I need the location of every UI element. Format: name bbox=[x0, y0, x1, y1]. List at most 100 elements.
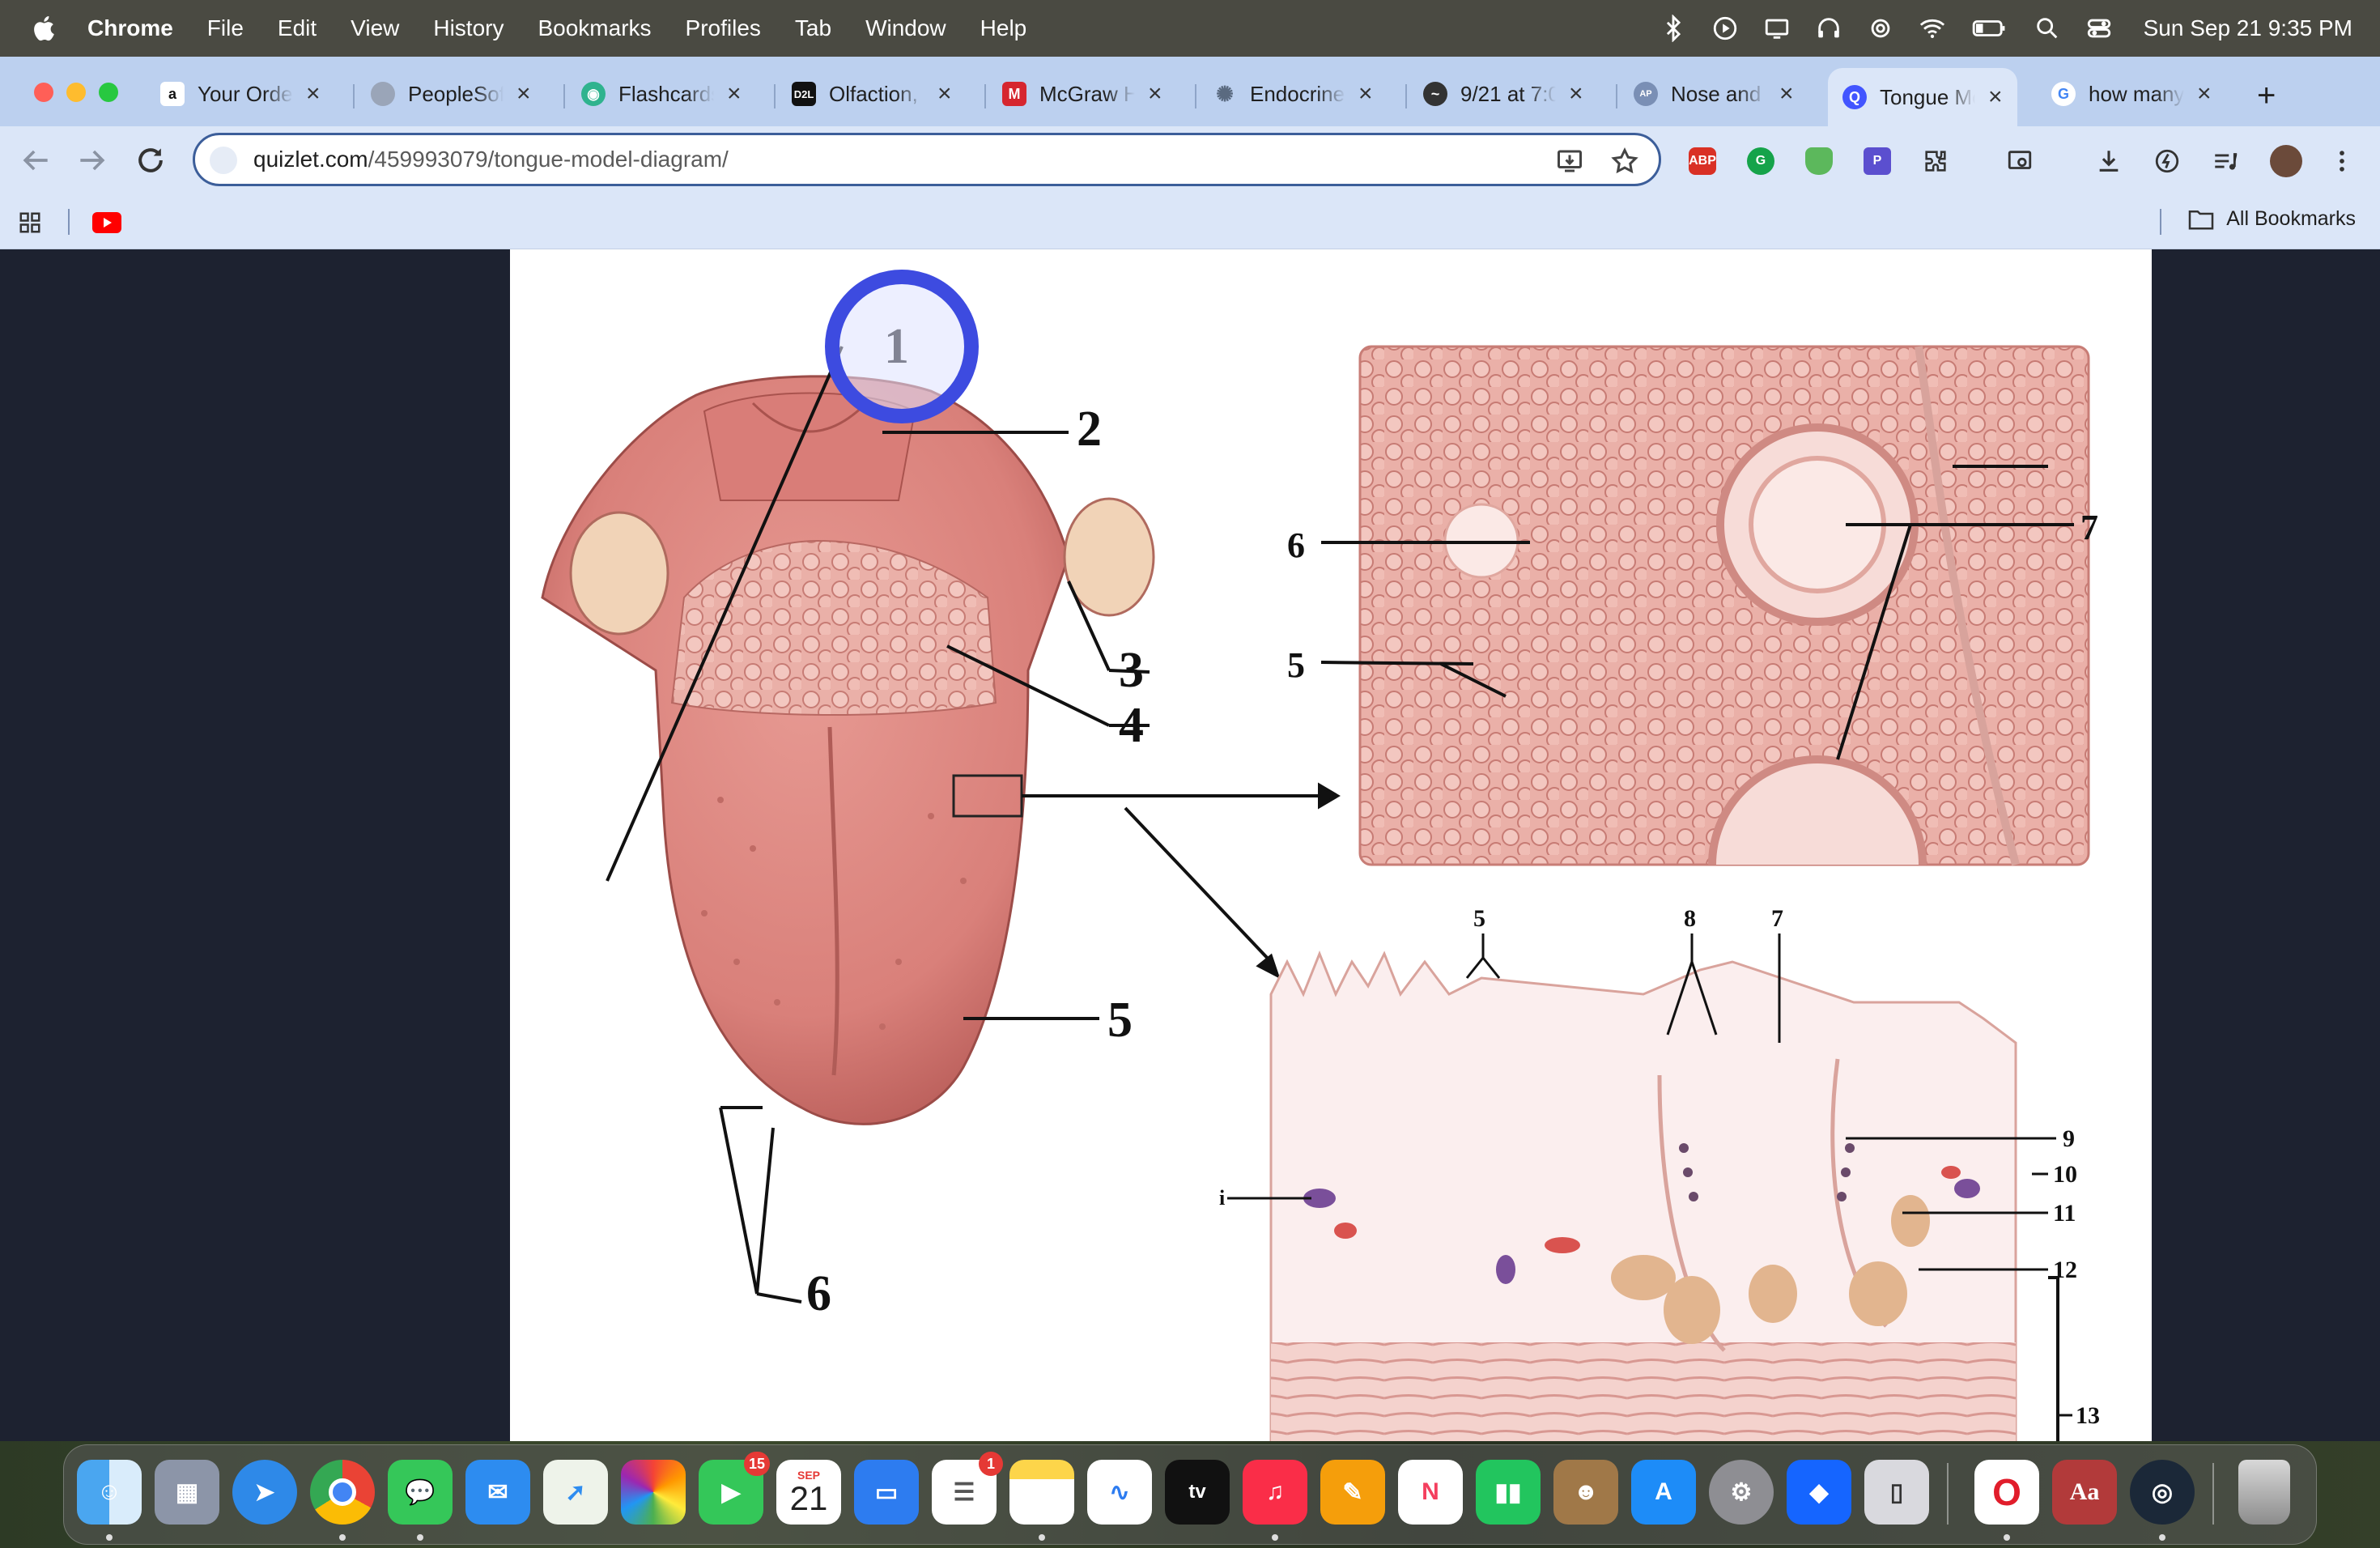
profile-avatar[interactable] bbox=[2270, 145, 2302, 177]
apps-grid-icon[interactable] bbox=[18, 211, 42, 235]
minimize-window-button[interactable] bbox=[66, 83, 86, 102]
label-section-12[interactable]: 12 bbox=[2053, 1257, 2077, 1283]
airdrop-icon[interactable] bbox=[1867, 15, 1894, 42]
tab-peoplesoft[interactable]: PeopleSoft × bbox=[371, 71, 531, 117]
system-settings-icon[interactable]: ⚙ bbox=[1709, 1460, 1774, 1525]
control-center-icon[interactable] bbox=[2085, 15, 2113, 42]
label-tongue-4[interactable]: 4 bbox=[1119, 698, 1144, 753]
bookmark-star-icon[interactable] bbox=[1610, 147, 1639, 176]
apple-menu-icon[interactable] bbox=[31, 14, 60, 43]
tab-recording[interactable]: ~ 9/21 at 7:0 × bbox=[1423, 71, 1583, 117]
tab-mcgraw-hill[interactable]: M McGraw Hill × bbox=[1002, 71, 1162, 117]
close-tab-icon[interactable]: × bbox=[516, 80, 531, 108]
shield-extension-icon[interactable] bbox=[1805, 147, 1833, 175]
tab-endocrine[interactable]: ✺ Endocrine × bbox=[1213, 71, 1373, 117]
keynote-icon[interactable]: ▭ bbox=[854, 1460, 919, 1525]
close-window-button[interactable] bbox=[34, 83, 53, 102]
maps-icon[interactable]: ➚ bbox=[543, 1460, 608, 1525]
label-section-5[interactable]: 5 bbox=[1473, 905, 1485, 932]
install-app-icon[interactable] bbox=[1555, 147, 1584, 176]
tab-how-many[interactable]: G how many × bbox=[2051, 71, 2212, 117]
wifi-icon[interactable] bbox=[1919, 15, 1946, 42]
reminders-icon[interactable]: ☰ 1 bbox=[932, 1452, 1003, 1525]
menu-history[interactable]: History bbox=[433, 15, 504, 41]
menu-profiles[interactable]: Profiles bbox=[686, 15, 761, 41]
spotlight-search-icon[interactable] bbox=[2034, 15, 2061, 42]
roblox-icon[interactable]: ◆ bbox=[1787, 1460, 1851, 1525]
apple-tv-icon[interactable]: tv bbox=[1165, 1460, 1230, 1525]
label-section-13[interactable]: 13 bbox=[2076, 1402, 2100, 1429]
address-bar[interactable]: quizlet.com/459993079/tongue-model-diagr… bbox=[193, 133, 1661, 186]
messages-icon[interactable]: 💬 bbox=[388, 1460, 453, 1525]
close-tab-icon[interactable]: × bbox=[727, 80, 742, 108]
label-section-10[interactable]: 10 bbox=[2053, 1161, 2077, 1188]
close-tab-icon[interactable]: × bbox=[306, 80, 321, 108]
now-playing-icon[interactable] bbox=[1711, 15, 1739, 42]
close-tab-icon[interactable]: × bbox=[1779, 80, 1794, 108]
label-surface-6[interactable]: 6 bbox=[1287, 525, 1305, 565]
label-tongue-5[interactable]: 5 bbox=[1107, 993, 1133, 1048]
tab-flashcards[interactable]: ◉ Flashcards × bbox=[581, 71, 742, 117]
label-section-8[interactable]: 8 bbox=[1684, 905, 1696, 932]
menu-file[interactable]: File bbox=[207, 15, 244, 41]
extensions-puzzle-icon[interactable] bbox=[1922, 147, 1949, 175]
forward-arrow-icon[interactable] bbox=[74, 142, 110, 178]
close-tab-icon[interactable]: × bbox=[1988, 83, 2003, 111]
battery-icon[interactable] bbox=[1970, 15, 2009, 42]
label-tongue-6[interactable]: 6 bbox=[806, 1266, 831, 1321]
tab-your-orders[interactable]: a Your Orders × bbox=[160, 71, 321, 117]
menu-help[interactable]: Help bbox=[980, 15, 1027, 41]
download-icon[interactable] bbox=[2095, 147, 2123, 175]
music-icon[interactable]: ♫ bbox=[1243, 1460, 1307, 1525]
menu-view[interactable]: View bbox=[351, 15, 399, 41]
reload-icon[interactable] bbox=[133, 142, 168, 178]
label-section-7[interactable]: 7 bbox=[1771, 905, 1783, 932]
launchpad-icon[interactable]: ▦ bbox=[155, 1460, 219, 1525]
close-tab-icon[interactable]: × bbox=[1358, 80, 1373, 108]
headphones-icon[interactable] bbox=[1815, 15, 1842, 42]
all-bookmarks-button[interactable]: All Bookmarks bbox=[2187, 207, 2356, 231]
label-tongue-3[interactable]: 3 bbox=[1119, 643, 1144, 698]
p-extension-icon[interactable]: P bbox=[1864, 147, 1891, 175]
freeform-icon[interactable]: ∿ bbox=[1087, 1460, 1152, 1525]
label-section-11[interactable]: 11 bbox=[2053, 1200, 2076, 1227]
dictionary-icon[interactable]: Aa bbox=[2052, 1460, 2117, 1525]
trash-icon[interactable] bbox=[2238, 1460, 2290, 1525]
highlight-ring[interactable] bbox=[825, 270, 979, 423]
mail-icon[interactable]: ✉ bbox=[465, 1460, 530, 1525]
tab-nose-and[interactable]: AP Nose and × bbox=[1634, 71, 1794, 117]
menu-window[interactable]: Window bbox=[865, 15, 946, 41]
steam-icon[interactable]: ◎ bbox=[2130, 1460, 2195, 1525]
notes-icon[interactable] bbox=[1009, 1460, 1074, 1525]
calendar-icon[interactable]: SEP 21 bbox=[776, 1460, 841, 1525]
menu-bar-clock[interactable]: Sun Sep 21 9:35 PM bbox=[2144, 15, 2352, 41]
grammarly-icon[interactable]: G bbox=[1747, 147, 1774, 175]
menu-edit[interactable]: Edit bbox=[278, 15, 317, 41]
opera-icon[interactable]: O bbox=[1974, 1460, 2039, 1525]
label-section-i[interactable]: i bbox=[1219, 1186, 1225, 1210]
label-section-9[interactable]: 9 bbox=[2063, 1125, 2075, 1152]
app-store-icon[interactable]: A bbox=[1631, 1460, 1696, 1525]
tab-olfaction[interactable]: D2L Olfaction, × bbox=[792, 71, 952, 117]
finder-icon[interactable]: ☺ bbox=[77, 1460, 142, 1525]
performance-icon[interactable] bbox=[2153, 147, 2181, 175]
display-icon[interactable] bbox=[1763, 15, 1791, 42]
safari-icon[interactable]: ➤ bbox=[232, 1460, 297, 1525]
new-tab-button[interactable]: + bbox=[2257, 78, 2276, 114]
menu-app-name[interactable]: Chrome bbox=[87, 15, 173, 41]
adblock-plus-icon[interactable]: ABP bbox=[1689, 147, 1716, 175]
chrome-app-icon[interactable] bbox=[310, 1460, 375, 1525]
back-arrow-icon[interactable] bbox=[18, 142, 53, 178]
media-controls-icon[interactable] bbox=[2212, 147, 2239, 175]
label-surface-7[interactable]: 7 bbox=[2080, 508, 2098, 547]
numbers-icon[interactable]: ▮▮ bbox=[1476, 1460, 1541, 1525]
label-tongue-2[interactable]: 2 bbox=[1077, 402, 1102, 457]
close-tab-icon[interactable]: × bbox=[937, 80, 952, 108]
close-tab-icon[interactable]: × bbox=[2197, 80, 2212, 108]
close-tab-icon[interactable]: × bbox=[1148, 80, 1162, 108]
menu-bookmarks[interactable]: Bookmarks bbox=[538, 15, 651, 41]
contacts-icon[interactable]: ☻ bbox=[1553, 1460, 1618, 1525]
chrome-menu-icon[interactable] bbox=[2328, 147, 2356, 175]
pages-icon[interactable]: ✎ bbox=[1320, 1460, 1385, 1525]
youtube-icon[interactable] bbox=[92, 212, 121, 233]
